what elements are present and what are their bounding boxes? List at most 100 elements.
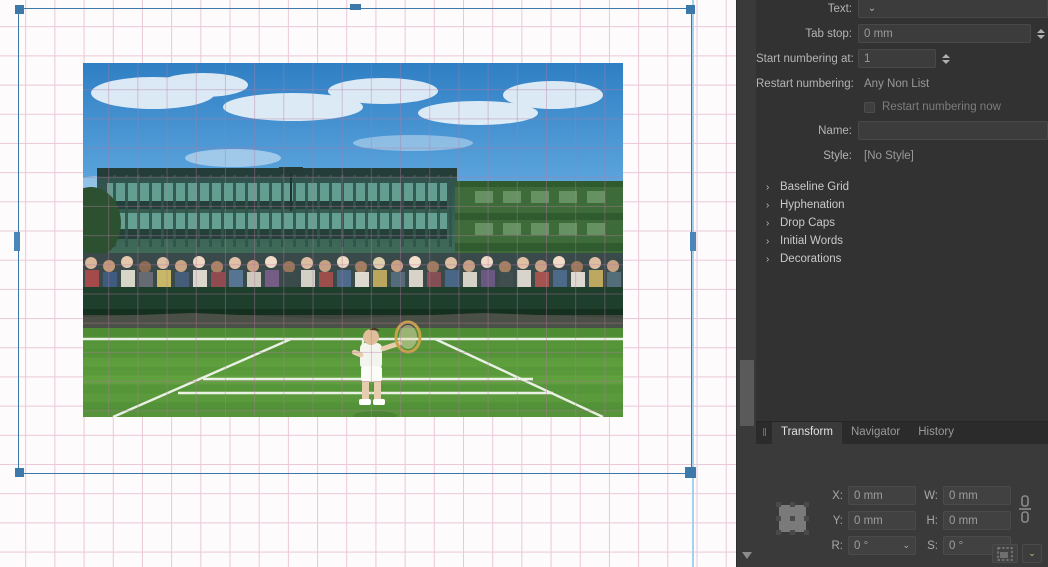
link-proportions-icon[interactable] <box>1014 492 1036 526</box>
label-name: Name: <box>818 124 852 137</box>
field-h[interactable]: H: 0 mm <box>923 511 1018 530</box>
field-w[interactable]: W: 0 mm <box>923 486 1018 505</box>
section-hyphenation[interactable]: › Hyphenation <box>756 196 1048 214</box>
transform-row-yh: Y: 0 mm H: 0 mm <box>828 508 1018 533</box>
restart-numbering-value-field[interactable]: Any Non List <box>858 74 1048 93</box>
anchor-point-selector[interactable] <box>775 501 810 536</box>
dock-tab-bar: ‖ Transform Navigator History <box>756 422 1048 444</box>
chevron-down-icon: ⌄ <box>867 3 877 14</box>
field-r[interactable]: R: 0 ° ⌄ <box>828 536 923 555</box>
label-start-numbering-at: Start numbering at: <box>756 52 854 65</box>
section-decorations[interactable]: › Decorations <box>756 250 1048 268</box>
field-y[interactable]: Y: 0 mm <box>828 511 923 530</box>
label-style: Style: <box>823 149 852 162</box>
dock-grip-icon[interactable]: ‖ <box>756 422 772 444</box>
section-drop-caps[interactable]: › Drop Caps <box>756 214 1048 232</box>
tab-history[interactable]: History <box>909 422 963 444</box>
spinner-up-icon[interactable] <box>942 53 950 58</box>
tab-stop-value: 0 mm <box>864 27 893 40</box>
transform-fields: X: 0 mm W: 0 mm Y: 0 mm H: 0 mm R: 0 ° ⌄… <box>828 483 1018 558</box>
y-value: 0 mm <box>854 514 883 527</box>
section-initial-words[interactable]: › Initial Words <box>756 232 1048 250</box>
fit-options-chevron-icon[interactable]: ⌄ <box>1022 544 1042 563</box>
tab-navigator[interactable]: Navigator <box>842 422 909 444</box>
chevron-right-icon: › <box>766 235 770 247</box>
handle-middle-left[interactable] <box>14 232 20 251</box>
tab-stop-input[interactable]: 0 mm <box>858 24 1031 43</box>
row-restart-numbering-now[interactable]: Restart numbering now <box>756 96 1048 118</box>
fit-frame-button[interactable] <box>992 544 1018 563</box>
y-input[interactable]: 0 mm <box>848 511 916 530</box>
collapsible-sections: › Baseline Grid › Hyphenation › Drop Cap… <box>756 178 1048 268</box>
label-tab-stop: Tab stop: <box>805 27 852 40</box>
restart-numbering-value: Any Non List <box>864 77 930 90</box>
vertical-guide[interactable] <box>692 0 694 567</box>
chevron-right-icon: › <box>766 217 770 229</box>
chevron-right-icon: › <box>766 253 770 265</box>
label-restart-numbering: Restart numbering: <box>756 77 854 90</box>
handle-bottom-left[interactable] <box>15 468 24 477</box>
section-baseline-grid[interactable]: › Baseline Grid <box>756 178 1048 196</box>
spinner-down-icon[interactable] <box>942 59 950 64</box>
row-restart-numbering[interactable]: Restart numbering: Any Non List <box>756 71 1048 96</box>
tab-transform[interactable]: Transform <box>772 422 842 444</box>
row-text[interactable]: Text: ⌄ <box>756 0 1048 21</box>
h-input[interactable]: 0 mm <box>943 511 1011 530</box>
h-value: 0 mm <box>949 514 978 527</box>
x-value: 0 mm <box>854 489 883 502</box>
label-h: H: <box>926 514 939 527</box>
handle-bottom-right[interactable] <box>685 467 696 478</box>
section-label: Drop Caps <box>780 217 835 229</box>
handle-top-right[interactable] <box>686 5 695 14</box>
chevron-down-glyph: ⌄ <box>1028 548 1036 558</box>
row-style[interactable]: Style: [No Style] <box>756 143 1048 168</box>
row-tab-stop[interactable]: Tab stop: 0 mm <box>756 21 1048 46</box>
chevron-right-icon: › <box>766 199 770 211</box>
label-w: W: <box>924 489 938 502</box>
right-panel-column: Text: ⌄ Tab stop: 0 mm Start numbering a… <box>756 0 1048 567</box>
label-x: X: <box>832 489 843 502</box>
r-value: 0 ° <box>854 539 869 552</box>
spinner-up-icon[interactable] <box>1037 28 1045 33</box>
handle-top-left[interactable] <box>15 5 24 14</box>
x-input[interactable]: 0 mm <box>848 486 916 505</box>
paragraph-properties-panel: Text: ⌄ Tab stop: 0 mm Start numbering a… <box>756 0 1048 421</box>
rotation-input[interactable]: 0 ° ⌄ <box>848 536 916 555</box>
w-input[interactable]: 0 mm <box>943 486 1011 505</box>
transform-dock: ‖ Transform Navigator History X: 0 mm W:… <box>756 421 1048 567</box>
scroll-down-arrow-icon[interactable] <box>742 552 752 559</box>
restart-numbering-now-checkbox[interactable] <box>864 101 875 113</box>
chevron-down-icon[interactable]: ⌄ <box>902 540 910 551</box>
name-input[interactable] <box>858 121 1048 140</box>
tab-stop-spinner[interactable] <box>1034 24 1048 43</box>
section-label: Decorations <box>780 253 842 265</box>
start-numbering-value: 1 <box>864 52 871 65</box>
canvas-vertical-scrollbar[interactable] <box>736 0 756 567</box>
w-value: 0 mm <box>949 489 978 502</box>
transform-panel-body: X: 0 mm W: 0 mm Y: 0 mm H: 0 mm R: 0 ° ⌄… <box>756 444 1048 567</box>
section-label: Initial Words <box>780 235 844 247</box>
start-numbering-spinner[interactable] <box>939 49 953 68</box>
scrollbar-thumb[interactable] <box>740 360 754 426</box>
field-x[interactable]: X: 0 mm <box>828 486 923 505</box>
text-dropdown[interactable]: ⌄ <box>858 0 1048 18</box>
section-label: Hyphenation <box>780 199 845 211</box>
document-canvas[interactable] <box>0 0 736 567</box>
selection-frame[interactable] <box>14 4 696 478</box>
transform-row-xw: X: 0 mm W: 0 mm <box>828 483 1018 508</box>
start-numbering-input[interactable]: 1 <box>858 49 936 68</box>
application-window: Text: ⌄ Tab stop: 0 mm Start numbering a… <box>0 0 1048 567</box>
label-s: S: <box>927 539 938 552</box>
row-start-numbering[interactable]: Start numbering at: 1 <box>756 46 1048 71</box>
s-value: 0 ° <box>949 539 964 552</box>
label-text: Text: <box>827 2 852 15</box>
style-value: [No Style] <box>864 149 914 162</box>
spinner-down-icon[interactable] <box>1037 34 1045 39</box>
restart-numbering-now-label: Restart numbering now <box>882 101 1001 113</box>
chevron-right-icon: › <box>766 181 770 193</box>
style-value-field[interactable]: [No Style] <box>858 146 1048 165</box>
section-label: Baseline Grid <box>780 181 850 193</box>
row-name[interactable]: Name: <box>756 118 1048 143</box>
handle-middle-right[interactable] <box>690 232 696 251</box>
handle-top-center[interactable] <box>350 4 361 10</box>
